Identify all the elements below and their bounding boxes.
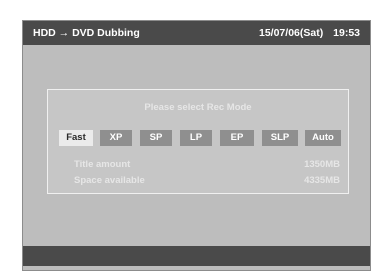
rec-mode-dialog: Please select Rec Mode Fast XP SP LP EP …	[47, 89, 349, 194]
header-date: 15/07/06(Sat)	[259, 27, 324, 39]
title-amount-value: 1350MB	[304, 159, 340, 170]
dubbing-screen: HDD → DVD Dubbing 15/07/06(Sat) 19:53 Pl…	[22, 20, 371, 271]
space-available-label: Space available	[74, 175, 145, 186]
rec-mode-auto-button[interactable]: Auto	[305, 130, 341, 146]
rec-mode-fast-button[interactable]: Fast	[59, 130, 93, 146]
rec-mode-sp-button[interactable]: SP	[140, 130, 172, 146]
screen-title: HDD → DVD Dubbing	[33, 27, 140, 39]
rec-mode-lp-button[interactable]: LP	[180, 130, 212, 146]
header-time: 19:53	[333, 27, 360, 39]
header-bar: HDD → DVD Dubbing 15/07/06(Sat) 19:53	[23, 21, 370, 45]
rec-mode-slp-button[interactable]: SLP	[262, 130, 298, 146]
footer-bar	[23, 246, 370, 266]
rec-mode-prompt: Please select Rec Mode	[144, 102, 252, 113]
rec-mode-xp-button[interactable]: XP	[100, 130, 132, 146]
title-amount-label: Title amount	[74, 159, 131, 170]
rec-mode-ep-button[interactable]: EP	[220, 130, 254, 146]
space-available-value: 4335MB	[304, 175, 340, 186]
